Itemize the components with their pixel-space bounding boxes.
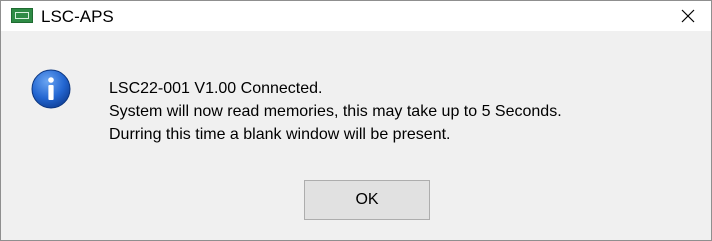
message-line: Durring this time a blank window will be… bbox=[109, 126, 451, 143]
message-dialog: LSC-APS LSC22-001 V1.00 Connected. Syste… bbox=[0, 0, 712, 241]
title-bar: LSC-APS bbox=[1, 1, 711, 31]
message-text: LSC22-001 V1.00 Connected. System will n… bbox=[109, 77, 562, 146]
ok-button[interactable]: OK bbox=[304, 180, 430, 220]
close-icon bbox=[681, 9, 695, 23]
lsc-aps-app-icon bbox=[11, 8, 33, 23]
close-button[interactable] bbox=[665, 1, 711, 31]
window-title: LSC-APS bbox=[41, 7, 114, 26]
message-line: LSC22-001 V1.00 Connected. bbox=[109, 80, 323, 97]
info-icon bbox=[31, 69, 71, 109]
message-line: System will now read memories, this may … bbox=[109, 103, 562, 120]
